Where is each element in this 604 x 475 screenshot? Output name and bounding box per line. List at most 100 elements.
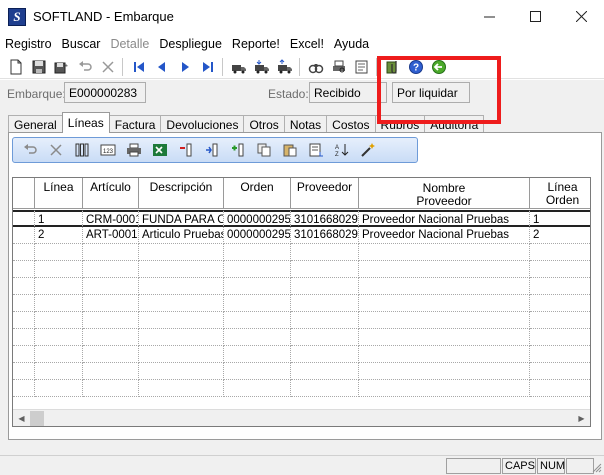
row-selector[interactable]	[13, 227, 35, 244]
magic-wand-button[interactable]	[355, 139, 381, 161]
cell-linea[interactable]	[35, 244, 83, 261]
cell-descripcion[interactable]	[139, 312, 224, 329]
cell-orden[interactable]	[224, 380, 291, 397]
line-undo-button[interactable]	[17, 139, 43, 161]
cell-nombre-proveedor[interactable]	[359, 261, 530, 278]
cell-descripcion[interactable]: Articulo Pruebas	[139, 227, 224, 244]
tab-otros[interactable]: Otros	[243, 115, 285, 133]
next-record-button[interactable]	[173, 56, 196, 78]
row-selector[interactable]	[13, 312, 35, 329]
column-header-linea[interactable]: Línea	[35, 178, 83, 209]
cell-articulo[interactable]	[83, 363, 139, 380]
cell-articulo[interactable]	[83, 380, 139, 397]
cell-linea-orden[interactable]	[530, 346, 590, 363]
truck-action-3-button[interactable]	[273, 56, 296, 78]
table-row[interactable]: 1CRM-0001FUNDA PARA CD000000029531016680…	[13, 210, 590, 227]
tab-costos[interactable]: Costos	[326, 115, 376, 133]
cell-nombre-proveedor[interactable]	[359, 346, 530, 363]
table-row[interactable]	[13, 261, 590, 278]
minimize-button[interactable]	[466, 0, 512, 33]
row-selector[interactable]	[13, 295, 35, 312]
cell-orden[interactable]	[224, 295, 291, 312]
cell-proveedor[interactable]	[291, 244, 359, 261]
table-row[interactable]	[13, 244, 590, 261]
cell-articulo[interactable]	[83, 346, 139, 363]
cell-linea[interactable]	[35, 346, 83, 363]
tab-general[interactable]: General	[8, 115, 63, 133]
cell-articulo[interactable]	[83, 312, 139, 329]
cell-linea-orden[interactable]	[530, 380, 590, 397]
row-selector[interactable]	[13, 210, 35, 227]
cell-articulo[interactable]: ART-0001	[83, 227, 139, 244]
sort-button[interactable]: AZ	[329, 139, 355, 161]
cell-articulo[interactable]	[83, 261, 139, 278]
column-header-descripcion[interactable]: Descripción	[139, 178, 224, 209]
print-preview-button[interactable]	[327, 56, 350, 78]
table-row[interactable]	[13, 380, 590, 397]
truck-action-2-button[interactable]	[250, 56, 273, 78]
cell-nombre-proveedor[interactable]	[359, 363, 530, 380]
cell-orden[interactable]: 0000000295	[224, 227, 291, 244]
cell-descripcion[interactable]	[139, 329, 224, 346]
cell-nombre-proveedor[interactable]	[359, 380, 530, 397]
line-delete-button[interactable]	[43, 139, 69, 161]
menu-registro[interactable]: Registro	[0, 37, 57, 51]
row-selector[interactable]	[13, 244, 35, 261]
column-header-proveedor[interactable]: Proveedor	[291, 178, 359, 209]
cell-articulo[interactable]	[83, 329, 139, 346]
cell-linea[interactable]	[35, 312, 83, 329]
scroll-left-arrow-icon[interactable]: ◀	[13, 410, 30, 427]
cell-proveedor[interactable]	[291, 329, 359, 346]
line-print-button[interactable]	[121, 139, 147, 161]
previous-record-button[interactable]	[150, 56, 173, 78]
cell-descripcion[interactable]: FUNDA PARA CD	[139, 210, 224, 227]
cell-articulo[interactable]: CRM-0001	[83, 210, 139, 227]
save-as-button[interactable]	[50, 56, 73, 78]
cell-proveedor[interactable]	[291, 278, 359, 295]
cell-linea[interactable]: 1	[35, 210, 83, 227]
table-row[interactable]	[13, 329, 590, 346]
row-selector[interactable]	[13, 346, 35, 363]
cell-proveedor[interactable]	[291, 261, 359, 278]
undo-button[interactable]	[73, 56, 96, 78]
scrollbar-thumb[interactable]	[30, 410, 44, 426]
row-selector[interactable]	[13, 261, 35, 278]
cell-proveedor[interactable]: 3101668029	[291, 227, 359, 244]
cell-linea[interactable]	[35, 329, 83, 346]
cell-orden[interactable]	[224, 312, 291, 329]
paste-line-button[interactable]	[277, 139, 303, 161]
excel-export-button[interactable]	[147, 139, 173, 161]
cell-descripcion[interactable]	[139, 380, 224, 397]
cell-articulo[interactable]	[83, 278, 139, 295]
columns-button[interactable]	[69, 139, 95, 161]
column-header-nombre-proveedor[interactable]: Nombre Proveedor	[359, 178, 530, 209]
cell-orden[interactable]	[224, 278, 291, 295]
tab-factura[interactable]: Factura	[108, 115, 162, 133]
first-record-button[interactable]	[127, 56, 150, 78]
table-row[interactable]	[13, 363, 590, 380]
cell-proveedor[interactable]	[291, 380, 359, 397]
maximize-button[interactable]	[512, 0, 558, 33]
tab-devoluciones[interactable]: Devoluciones	[160, 115, 245, 133]
truck-action-1-button[interactable]	[227, 56, 250, 78]
cell-linea-orden[interactable]	[530, 363, 590, 380]
cell-orden[interactable]	[224, 363, 291, 380]
insert-line-button[interactable]	[199, 139, 225, 161]
column-header-linea-orden[interactable]: Línea Orden	[530, 178, 590, 209]
cell-linea[interactable]	[35, 261, 83, 278]
column-header-articulo[interactable]: Artículo	[83, 178, 139, 209]
table-row[interactable]	[13, 278, 590, 295]
tab-notas[interactable]: Notas	[283, 115, 328, 133]
row-selector[interactable]	[13, 329, 35, 346]
cell-articulo[interactable]	[83, 244, 139, 261]
estado-field[interactable]: Recibido	[309, 82, 387, 103]
cell-nombre-proveedor[interactable]: Proveedor Nacional Pruebas	[359, 227, 530, 244]
cell-proveedor[interactable]	[291, 312, 359, 329]
cell-nombre-proveedor[interactable]	[359, 278, 530, 295]
menu-detalle[interactable]: Detalle	[105, 37, 154, 51]
row-selector[interactable]	[13, 380, 35, 397]
cell-descripcion[interactable]	[139, 346, 224, 363]
cell-descripcion[interactable]	[139, 295, 224, 312]
cell-proveedor[interactable]: 3101668029	[291, 210, 359, 227]
report-button[interactable]	[350, 56, 373, 78]
